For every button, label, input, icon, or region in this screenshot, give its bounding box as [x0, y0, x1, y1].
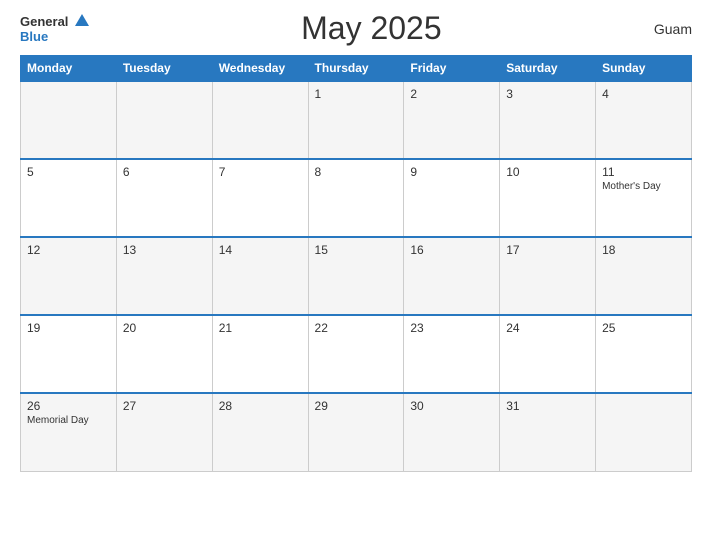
calendar-cell: 16 [404, 237, 500, 315]
cell-date-number: 1 [315, 87, 398, 101]
cell-event-label: Memorial Day [27, 415, 110, 426]
col-wednesday: Wednesday [212, 56, 308, 82]
calendar-week-row: 1234 [21, 81, 692, 159]
logo-blue-text: Blue [20, 30, 89, 43]
calendar-cell: 3 [500, 81, 596, 159]
calendar-cell: 6 [116, 159, 212, 237]
calendar-cell: 10 [500, 159, 596, 237]
cell-date-number: 25 [602, 321, 685, 335]
calendar-cell: 24 [500, 315, 596, 393]
region-label: Guam [654, 21, 692, 37]
cell-date-number: 10 [506, 165, 589, 179]
calendar-cell: 7 [212, 159, 308, 237]
cell-date-number: 7 [219, 165, 302, 179]
calendar-cell [212, 81, 308, 159]
cell-date-number: 14 [219, 243, 302, 257]
calendar-cell: 27 [116, 393, 212, 471]
cell-date-number: 9 [410, 165, 493, 179]
cell-date-number: 17 [506, 243, 589, 257]
calendar-cell: 8 [308, 159, 404, 237]
cell-date-number: 24 [506, 321, 589, 335]
col-sunday: Sunday [596, 56, 692, 82]
cell-date-number: 2 [410, 87, 493, 101]
cell-date-number: 23 [410, 321, 493, 335]
calendar-cell: 4 [596, 81, 692, 159]
cell-date-number: 29 [315, 399, 398, 413]
calendar-cell: 13 [116, 237, 212, 315]
calendar-cell [21, 81, 117, 159]
calendar-cell: 20 [116, 315, 212, 393]
cell-date-number: 8 [315, 165, 398, 179]
calendar-week-row: 56789 10 11 Mother's Day [21, 159, 692, 237]
calendar-cell: 19 [21, 315, 117, 393]
cell-date-number: 30 [410, 399, 493, 413]
col-thursday: Thursday [308, 56, 404, 82]
cell-date-number: 6 [123, 165, 206, 179]
cell-event-label: Mother's Day [602, 181, 685, 192]
calendar-table: Monday Tuesday Wednesday Thursday Friday… [20, 55, 692, 472]
logo-triangle-icon [75, 14, 89, 26]
cell-date-number: 31 [506, 399, 589, 413]
cell-date-number: 26 [27, 399, 110, 413]
calendar-cell: 15 [308, 237, 404, 315]
calendar-cell: 25 [596, 315, 692, 393]
calendar-cell: 5 [21, 159, 117, 237]
calendar-cell [116, 81, 212, 159]
col-friday: Friday [404, 56, 500, 82]
calendar-cell: 18 [596, 237, 692, 315]
calendar-cell: 1 [308, 81, 404, 159]
calendar-cell: 29 [308, 393, 404, 471]
cell-date-number: 28 [219, 399, 302, 413]
cell-date-number: 16 [410, 243, 493, 257]
col-saturday: Saturday [500, 56, 596, 82]
cell-date-number: 20 [123, 321, 206, 335]
cell-date-number: 21 [219, 321, 302, 335]
calendar-cell: 12 [21, 237, 117, 315]
calendar-header-row: Monday Tuesday Wednesday Thursday Friday… [21, 56, 692, 82]
calendar-cell: 30 [404, 393, 500, 471]
calendar-cell: 2 [404, 81, 500, 159]
calendar-cell [596, 393, 692, 471]
cell-date-number: 13 [123, 243, 206, 257]
calendar-cell: 9 [404, 159, 500, 237]
cell-date-number: 11 [602, 165, 685, 179]
cell-date-number: 18 [602, 243, 685, 257]
logo-general-text: General [20, 14, 68, 29]
cell-date-number: 19 [27, 321, 110, 335]
calendar-cell: 28 [212, 393, 308, 471]
logo: General Blue [20, 14, 89, 43]
cell-date-number: 12 [27, 243, 110, 257]
calendar-cell: 22 [308, 315, 404, 393]
calendar-cell: 17 [500, 237, 596, 315]
calendar-cell: 14 [212, 237, 308, 315]
calendar-week-row: 12 13 14 15 16 17 18 [21, 237, 692, 315]
month-title: May 2025 [301, 10, 442, 47]
cell-date-number: 27 [123, 399, 206, 413]
calendar-cell: 26 Memorial Day [21, 393, 117, 471]
col-monday: Monday [21, 56, 117, 82]
calendar-cell: 23 [404, 315, 500, 393]
cell-date-number: 4 [602, 87, 685, 101]
cell-date-number: 22 [315, 321, 398, 335]
calendar-week-row: 26 Memorial Day 27 28 29 30 31 [21, 393, 692, 471]
calendar-cell: 11 Mother's Day [596, 159, 692, 237]
calendar-week-row: 19 20 21 22 23 24 25 [21, 315, 692, 393]
calendar-cell: 31 [500, 393, 596, 471]
page-header: General Blue May 2025 Guam [20, 10, 692, 47]
cell-date-number: 3 [506, 87, 589, 101]
cell-date-number: 15 [315, 243, 398, 257]
calendar-cell: 21 [212, 315, 308, 393]
col-tuesday: Tuesday [116, 56, 212, 82]
logo-general: General [20, 14, 89, 30]
cell-date-number: 5 [27, 165, 110, 179]
